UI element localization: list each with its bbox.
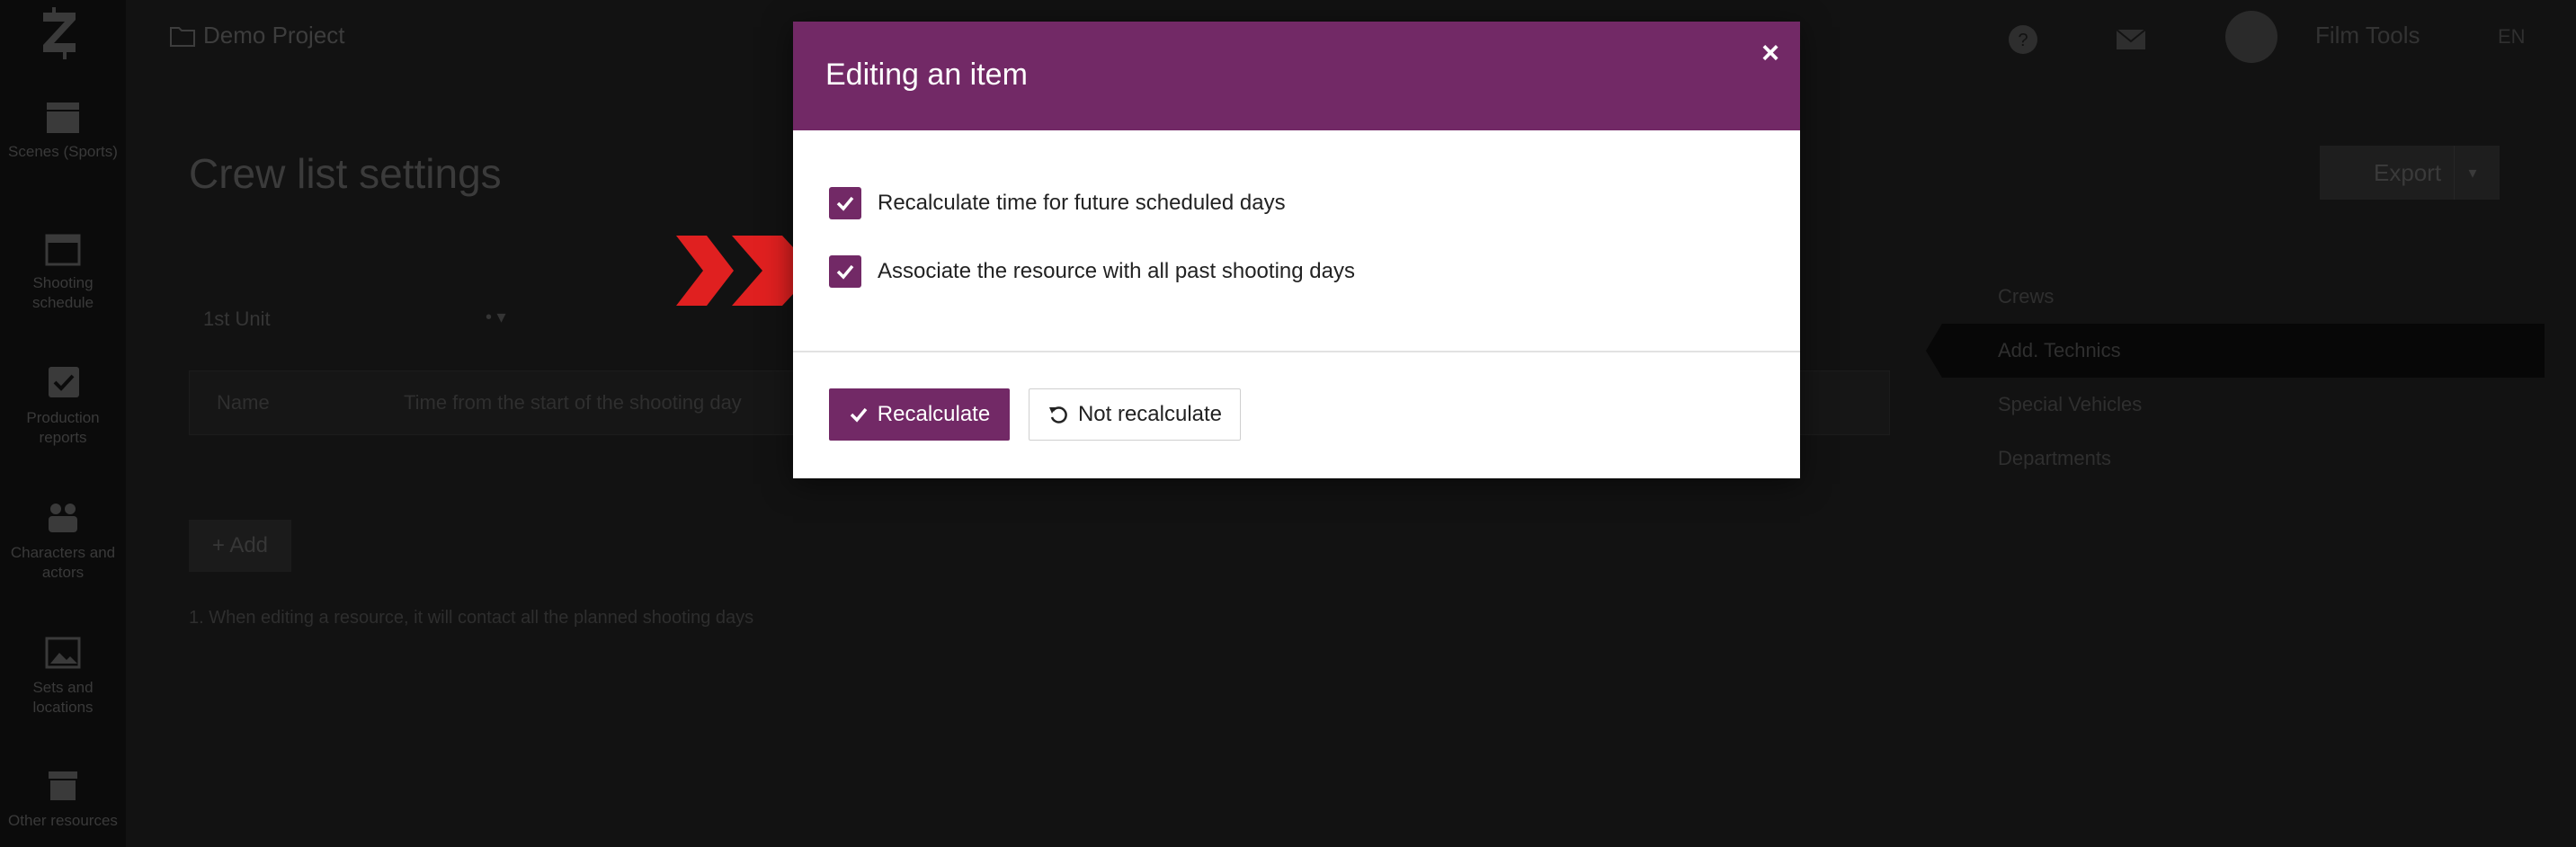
svg-text:?: ? [2018, 31, 2028, 50]
sidebar-item-sets-locations[interactable]: Sets and locations [0, 635, 126, 718]
page-title: Crew list settings [189, 150, 502, 197]
export-label: Export [2374, 158, 2442, 186]
option-label: Recalculate time for future scheduled da… [878, 191, 1286, 215]
tab-special-vehicles[interactable]: Special Vehicles [1942, 378, 2545, 432]
not-recalculate-label: Not recalculate [1077, 402, 1223, 426]
mail-icon[interactable] [2115, 23, 2147, 56]
sidebar-item-label: Shooting schedule [31, 274, 94, 311]
sidebar-item-characters[interactable]: Characters and actors [0, 500, 126, 583]
sidebar-item-label: Production reports [26, 409, 100, 446]
sidebar-item-scenes[interactable]: Scenes (Sports) [0, 99, 126, 162]
tab-departments[interactable]: Departments [1942, 432, 2545, 486]
unit-select-value: 1st Unit [203, 308, 271, 330]
add-button[interactable]: + Add [189, 520, 291, 572]
user-name[interactable]: Film Tools [2315, 22, 2420, 49]
calendar-icon [45, 234, 81, 266]
sidebar-item-shooting-schedule[interactable]: Shooting schedule [0, 230, 126, 313]
undo-icon [1048, 406, 1067, 424]
sidebar-item-label: Scenes (Sports) [8, 143, 118, 160]
checkmark-icon [836, 196, 854, 211]
close-icon[interactable]: × [1757, 38, 1784, 68]
sidebar-item-production-reports[interactable]: Production reports [0, 365, 126, 448]
sidebar-item-label: Other resources [8, 812, 118, 829]
option-associate-past[interactable]: Associate the resource with all past sho… [829, 254, 1355, 290]
app-logo-icon[interactable] [38, 7, 81, 61]
dialog-title: Editing an item [825, 58, 1028, 92]
sidebar-item-other-resources[interactable]: Other resources [0, 768, 126, 831]
column-header-name: Name [217, 391, 270, 414]
dialog-divider [793, 351, 1800, 352]
option-recalculate-future[interactable]: Recalculate time for future scheduled da… [829, 185, 1286, 221]
check-icon [850, 407, 868, 423]
checkbox-icon [49, 367, 79, 397]
recalculate-label: Recalculate [877, 402, 991, 426]
avatar[interactable] [2225, 11, 2277, 63]
edit-item-dialog: Editing an item × Recalculate time for f… [793, 22, 1800, 478]
checkmark-icon [836, 264, 854, 280]
people-icon [49, 504, 77, 532]
clapperboard-icon [47, 103, 79, 133]
image-icon [45, 637, 81, 669]
resource-tabs: Crews Add. Technics Special Vehicles Dep… [1926, 270, 2545, 486]
help-icon[interactable]: ? [2007, 23, 2039, 56]
sidebar-item-label: Sets and locations [32, 679, 94, 716]
project-selector[interactable]: Demo Project [169, 22, 345, 49]
folder-icon [170, 26, 195, 47]
tab-crews[interactable]: Crews [1942, 270, 2545, 324]
sidebar-item-label: Characters and actors [10, 544, 116, 581]
chevron-down-icon[interactable]: ▾ [2454, 146, 2491, 200]
tab-add-technics[interactable]: Add. Technics [1926, 324, 2545, 378]
language-switcher[interactable]: EN [2498, 25, 2526, 49]
column-header-time: Time from the start of the shooting day [404, 391, 742, 414]
chevron-down-icon: • ▾ [486, 308, 506, 327]
checkbox-recalculate-future[interactable] [829, 187, 861, 219]
recalculate-button[interactable]: Recalculate [829, 388, 1010, 441]
sidebar: Scenes (Sports) Shooting schedule Produc… [0, 0, 126, 847]
export-button[interactable]: Export ▾ [2320, 146, 2500, 200]
box-icon [49, 771, 77, 800]
project-name: Demo Project [203, 22, 345, 49]
dialog-header: Editing an item × [793, 22, 1800, 130]
unit-select[interactable]: 1st Unit • ▾ [189, 299, 548, 340]
option-label: Associate the resource with all past sho… [878, 259, 1355, 283]
not-recalculate-button[interactable]: Not recalculate [1029, 388, 1241, 441]
footnote: 1. When editing a resource, it will cont… [189, 608, 754, 628]
checkbox-associate-past[interactable] [829, 255, 861, 288]
